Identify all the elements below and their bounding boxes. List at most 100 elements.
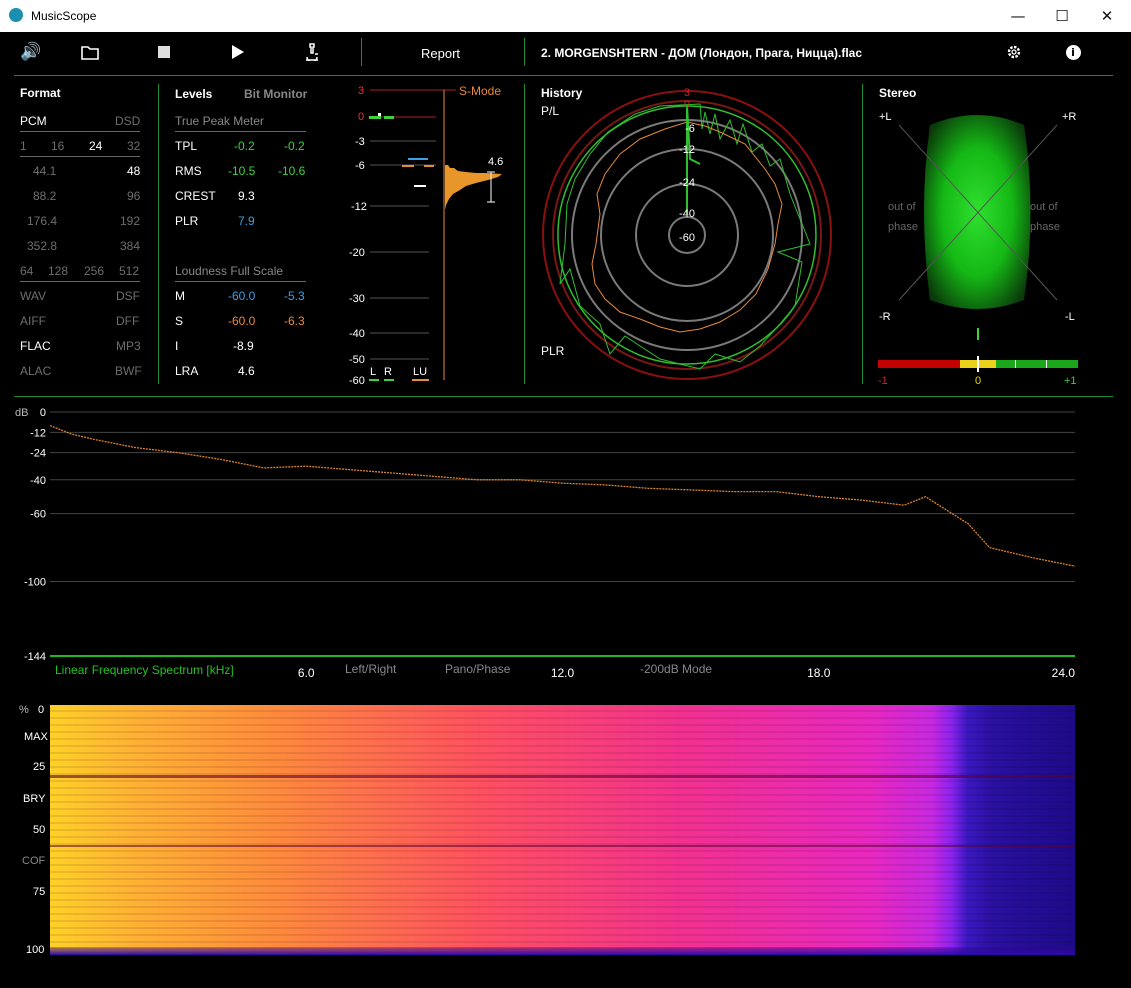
container-bwf: BWF xyxy=(115,364,142,378)
short-term-value: -60.0 xyxy=(228,314,256,328)
integrated-label: I xyxy=(175,339,179,353)
spectrum-y-tick: -40 xyxy=(30,475,46,487)
rate-96: 96 xyxy=(127,189,141,203)
spectrogram-marker-bry: BRY xyxy=(23,793,46,805)
panel-divider xyxy=(158,84,159,384)
stereo-scope: +L +R -R -L out of phase out of phase -1 0… xyxy=(878,111,1078,387)
volume-icon[interactable]: 🔊 xyxy=(19,40,43,64)
radar-label: -40 xyxy=(679,208,695,220)
correlation-zero: 0 xyxy=(975,375,981,387)
lra-value: 4.6 xyxy=(238,364,255,378)
spectrum-x-label: Linear Frequency Spectrum [kHz] xyxy=(55,663,234,677)
stereo-plus-l: +L xyxy=(879,111,892,123)
out-of-phase-right: out of phase xyxy=(1030,201,1060,233)
meter-lu-legend xyxy=(412,379,429,381)
meter-tick: -20 xyxy=(349,247,365,259)
gear-icon xyxy=(1007,45,1021,59)
format-divider xyxy=(20,131,140,132)
play-icon xyxy=(231,45,244,59)
spectrum-db-label: dB xyxy=(15,407,28,419)
bit-depth-16: 16 xyxy=(51,139,65,153)
format-divider xyxy=(20,281,140,282)
meter-lu-label: LU xyxy=(413,366,427,378)
rms-right: -10.6 xyxy=(278,164,306,178)
analyze-button[interactable] xyxy=(303,40,321,64)
meter-left-legend xyxy=(369,379,379,381)
folder-icon xyxy=(81,45,99,60)
stereo-plus-r: +R xyxy=(1062,111,1076,123)
radar-label: -24 xyxy=(679,177,695,189)
container-wav: WAV xyxy=(20,289,46,303)
play-button[interactable] xyxy=(229,40,245,64)
meter-tick: -12 xyxy=(351,201,367,213)
bit-monitor-tab[interactable]: Bit Monitor xyxy=(244,87,307,101)
toolbar-divider xyxy=(524,38,525,66)
meter-tick: -60 xyxy=(349,375,365,387)
meter-tick: -50 xyxy=(349,354,365,366)
settings-button[interactable] xyxy=(1004,40,1024,64)
section-divider xyxy=(14,396,1113,397)
dsd-rate-64: 64 xyxy=(20,264,34,278)
spectrogram-tick: 50 xyxy=(33,824,46,836)
minimize-button[interactable]: — xyxy=(995,0,1041,32)
spectrum-y-tick: -24 xyxy=(30,448,46,460)
rms-left: -10.5 xyxy=(228,164,256,178)
format-title: Format xyxy=(20,86,61,100)
info-button[interactable]: i xyxy=(1064,40,1082,64)
history-radar: 3 0 -6 -12 -24 -40 -60 xyxy=(542,87,832,380)
spectrogram-gap xyxy=(50,775,1075,778)
microscope-icon xyxy=(306,43,318,61)
mode-left-right[interactable]: Left/Right xyxy=(345,662,397,676)
levels-divider xyxy=(175,281,306,282)
rate-88-2: 88.2 xyxy=(33,189,57,203)
correlation-bar-positive xyxy=(996,360,1078,368)
spectrum-y-tick: 0 xyxy=(40,407,46,419)
spectrum-x-tick: 12.0 xyxy=(551,666,575,680)
spectrogram-percent-label: % xyxy=(19,704,29,716)
spectrum-y-tick: -12 xyxy=(30,427,46,439)
spectrum-x-tick: 24.0 xyxy=(1052,666,1076,680)
bit-depth-24: 24 xyxy=(89,139,103,153)
container-flac: FLAC xyxy=(20,339,51,353)
peak-hold-dot xyxy=(378,113,381,116)
spectrogram-marker-max: MAX xyxy=(24,731,48,743)
radar-label-top: 3 xyxy=(684,87,690,99)
mode-pano-phase[interactable]: Pano/Phase xyxy=(445,662,511,676)
info-icon: i xyxy=(1065,44,1081,60)
rate-44-1: 44.1 xyxy=(33,164,57,178)
container-alac: ALAC xyxy=(20,364,52,378)
spectrogram-tick: 25 xyxy=(33,761,46,773)
report-button[interactable]: Report xyxy=(421,46,460,61)
close-button[interactable]: ✕ xyxy=(1084,0,1130,32)
momentary-value: -60.0 xyxy=(228,289,256,303)
radar-label: -12 xyxy=(679,144,695,156)
maximize-button[interactable]: ☐ xyxy=(1039,0,1085,32)
momentary-max: -5.3 xyxy=(284,289,305,303)
rms-label: RMS xyxy=(175,164,202,178)
meter-right-label: R xyxy=(384,366,392,378)
dsd-rate-256: 256 xyxy=(84,264,105,278)
balance-indicator xyxy=(977,328,979,340)
correlation-max: +1 xyxy=(1064,375,1077,387)
s-mode-button[interactable]: S-Mode xyxy=(459,84,501,98)
stop-button[interactable] xyxy=(156,40,172,64)
stereo-minus-r: -R xyxy=(879,311,891,323)
short-term-max: -6.3 xyxy=(284,314,305,328)
rate-192: 192 xyxy=(120,214,141,228)
rate-384: 384 xyxy=(120,239,141,253)
crest-value: 9.3 xyxy=(238,189,255,203)
container-mp3: MP3 xyxy=(116,339,141,353)
meter-tick: 3 xyxy=(358,85,364,97)
tpl-right: -0.2 xyxy=(284,139,305,153)
peak-meter: 3 0 -3 -6 -12 -20 -30 -40 -50 -60 S-Mode… xyxy=(349,84,503,387)
correlation-tick xyxy=(1015,360,1016,368)
track-title: 2. MORGENSHTERN - ДОМ (Лондон, Прага, Ни… xyxy=(541,46,863,60)
container-aiff: AIFF xyxy=(20,314,46,328)
panel-divider xyxy=(862,84,863,384)
radar-label: 0 xyxy=(684,99,690,111)
mode-200db[interactable]: -200dB Mode xyxy=(640,662,712,676)
open-folder-button[interactable] xyxy=(80,40,100,64)
integrated-value: -8.9 xyxy=(233,339,254,353)
title-bar: MusicScope — ☐ ✕ xyxy=(0,0,1131,32)
panel-divider xyxy=(524,84,525,384)
